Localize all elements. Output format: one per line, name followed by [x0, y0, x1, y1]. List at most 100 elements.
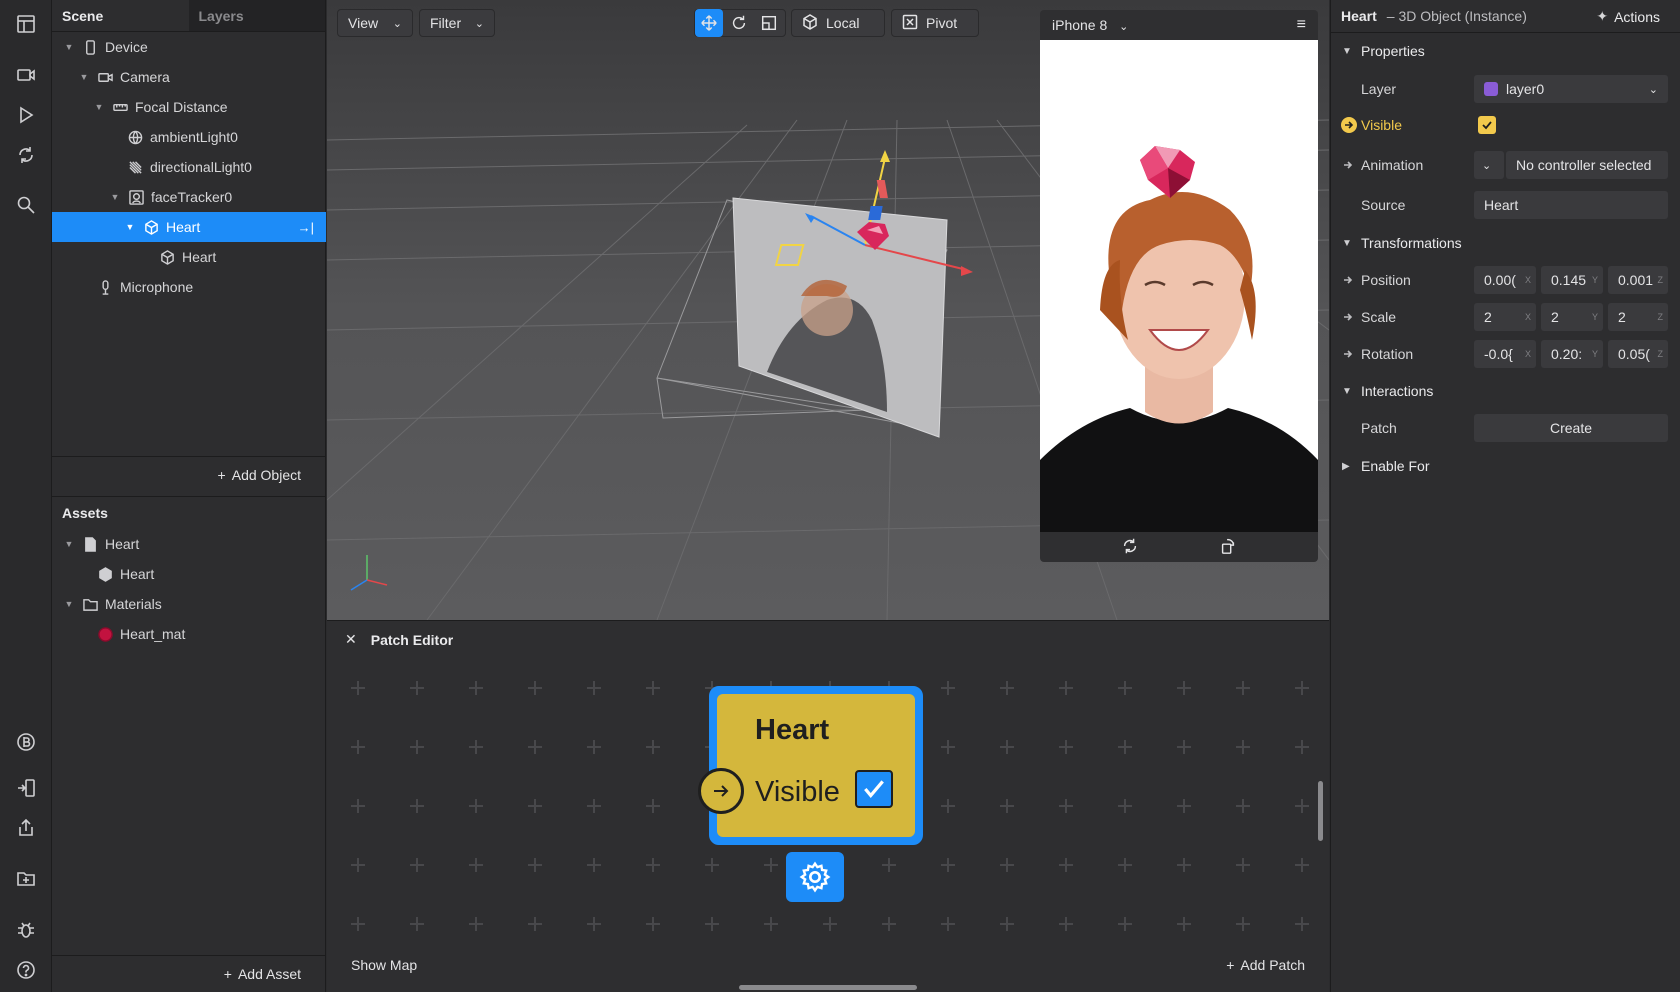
add-patch-button[interactable]: + Add Patch: [1226, 957, 1305, 973]
expand-triangle-icon[interactable]: ▼: [79, 72, 89, 82]
expand-triangle-icon[interactable]: ▼: [64, 599, 74, 609]
tree-item-device[interactable]: ▼ Device: [52, 32, 326, 62]
scene-viewport[interactable]: View ⌄ Filter ⌄ Local Pivot iPhone 8 ⌄ ≡: [327, 0, 1329, 620]
patch-link-icon[interactable]: [1341, 117, 1357, 133]
visible-checkbox[interactable]: [1478, 116, 1496, 134]
view-dropdown[interactable]: View ⌄: [337, 9, 413, 37]
tree-item-focal-distance[interactable]: ▼ Focal Distance: [52, 92, 326, 122]
tab-layers[interactable]: Layers: [188, 0, 325, 31]
expand-triangle-icon[interactable]: ▼: [125, 222, 135, 232]
grid-plus: [528, 681, 542, 695]
patch-link-icon[interactable]: [1341, 158, 1355, 172]
help-icon[interactable]: [14, 958, 38, 982]
horizontal-scrollbar[interactable]: [739, 985, 917, 990]
rotate-tool-icon[interactable]: [725, 9, 753, 37]
tree-item-ambient-light[interactable]: ambientLight0: [52, 122, 326, 152]
divider: [52, 456, 326, 457]
expand-triangle-icon[interactable]: ▼: [94, 102, 104, 112]
animation-dropdown-toggle[interactable]: ⌄: [1474, 151, 1504, 179]
bug-icon[interactable]: [14, 918, 38, 942]
expand-triangle-icon[interactable]: ▼: [64, 42, 74, 52]
tab-scene[interactable]: Scene: [52, 0, 189, 31]
asset-item-heart-mesh[interactable]: Heart: [52, 559, 326, 589]
video-icon[interactable]: [14, 63, 38, 87]
enable-for-section[interactable]: ▶ Enable For: [1331, 448, 1680, 484]
sync-icon[interactable]: [14, 143, 38, 167]
grid-plus: [1000, 681, 1014, 695]
grid-plus: [1295, 740, 1309, 754]
layer-color-swatch: [1484, 82, 1498, 96]
patch-link-icon[interactable]: [1341, 310, 1355, 324]
animation-controller-field[interactable]: No controller selected: [1506, 151, 1668, 179]
heart-patch-node[interactable]: Heart Visible: [709, 686, 923, 845]
bitcoin-icon[interactable]: [14, 730, 38, 754]
layer-select[interactable]: layer0 ⌄: [1474, 75, 1668, 103]
properties-section[interactable]: ▼ Properties: [1331, 33, 1680, 69]
rotate-device-icon[interactable]: [1219, 537, 1237, 558]
create-patch-button[interactable]: Create: [1474, 414, 1668, 442]
add-asset-button[interactable]: + Add Asset: [224, 966, 301, 982]
interactions-section[interactable]: ▼ Interactions: [1331, 373, 1680, 409]
patch-link-icon[interactable]: [1341, 347, 1355, 361]
search-icon[interactable]: [14, 193, 38, 217]
jump-to-icon[interactable]: →|: [298, 220, 314, 235]
rotation-z-field[interactable]: 0.05(Z: [1608, 340, 1668, 368]
grid-plus: [469, 858, 483, 872]
asset-item-materials[interactable]: ▼ Materials: [52, 589, 326, 619]
patch-editor[interactable]: ✕ Patch Editor Heart Visible Show Map + …: [327, 620, 1329, 992]
object-type: – 3D Object (Instance): [1386, 8, 1527, 24]
add-folder-icon[interactable]: [14, 866, 38, 890]
patch-editor-title: Patch Editor: [370, 631, 454, 648]
cube-icon: [159, 249, 175, 265]
expand-triangle-icon[interactable]: ▼: [110, 192, 120, 202]
tree-item-heart-selected[interactable]: ▼ Heart →|: [52, 212, 326, 242]
node-settings-button[interactable]: [786, 852, 844, 902]
node-input-port[interactable]: [698, 768, 744, 814]
grid-plus: [646, 681, 660, 695]
rotation-x-field[interactable]: -0.0{X: [1474, 340, 1536, 368]
tree-item-microphone[interactable]: Microphone: [52, 272, 326, 302]
visible-checkbox[interactable]: [855, 770, 893, 808]
scale-z-field[interactable]: 2Z: [1608, 303, 1668, 331]
share-icon[interactable]: [14, 816, 38, 840]
vertical-scrollbar[interactable]: [1318, 781, 1323, 841]
grid-plus: [941, 681, 955, 695]
scale-y-field[interactable]: 2Y: [1541, 303, 1603, 331]
tree-item-heart-child[interactable]: Heart: [52, 242, 326, 272]
rotation-y-field[interactable]: 0.20: Y: [1541, 340, 1603, 368]
source-field[interactable]: Heart: [1474, 191, 1668, 219]
scale-tool-icon[interactable]: [755, 9, 783, 37]
patch-link-icon[interactable]: [1341, 273, 1355, 287]
position-x-field[interactable]: 0.00(X: [1474, 266, 1536, 294]
close-icon[interactable]: ✕: [345, 631, 357, 648]
position-z-field[interactable]: 0.001 Z: [1608, 266, 1668, 294]
patch-row: Patch Create: [1331, 410, 1680, 446]
layout-icon[interactable]: [14, 12, 38, 36]
menu-icon[interactable]: ≡: [1297, 16, 1306, 34]
filter-dropdown[interactable]: Filter ⌄: [419, 9, 495, 37]
transformations-section[interactable]: ▼ Transformations: [1331, 225, 1680, 261]
grid-plus: [528, 858, 542, 872]
device-send-icon[interactable]: [14, 776, 38, 800]
tree-item-directional-light[interactable]: directionalLight0: [52, 152, 326, 182]
tree-item-face-tracker[interactable]: ▼ faceTracker0: [52, 182, 326, 212]
show-map-button[interactable]: Show Map: [351, 957, 417, 973]
asset-item-heart-mat[interactable]: Heart_mat: [52, 619, 326, 649]
pivot-toggle[interactable]: Pivot: [891, 9, 979, 37]
position-y-field[interactable]: 0.145 Y: [1541, 266, 1603, 294]
actions-button[interactable]: ✦ Actions: [1596, 8, 1660, 25]
collapse-triangle-icon: ▼: [1342, 237, 1352, 249]
expand-triangle-icon[interactable]: ▼: [64, 539, 74, 549]
local-toggle[interactable]: Local: [791, 9, 885, 37]
device-select[interactable]: iPhone 8 ⌄: [1052, 17, 1128, 33]
asset-item-heart-file[interactable]: ▼ Heart: [52, 529, 326, 559]
rotate-camera-icon[interactable]: [1121, 537, 1139, 558]
add-object-button[interactable]: + Add Object: [218, 467, 301, 483]
play-icon[interactable]: [14, 103, 38, 127]
move-tool-icon[interactable]: [695, 9, 723, 37]
tree-item-camera[interactable]: ▼ Camera: [52, 62, 326, 92]
grid-plus: [646, 917, 660, 931]
scale-x-field[interactable]: 2X: [1474, 303, 1536, 331]
grid-plus: [351, 917, 365, 931]
grid-plus: [587, 681, 601, 695]
